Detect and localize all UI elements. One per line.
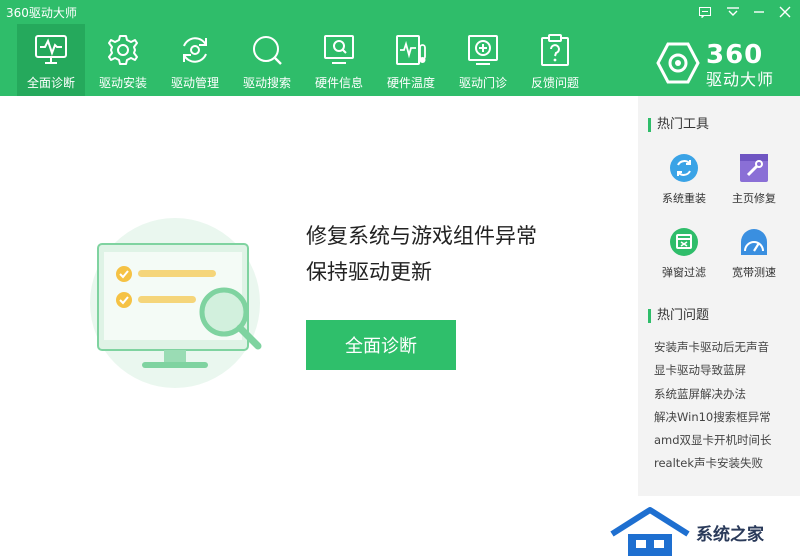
- monitor-pulse-icon: [33, 32, 69, 68]
- feedback-icon: [537, 32, 573, 68]
- main-toolbar: 全面诊断 驱动安装 驱动管理 驱动搜索 硬件信息 硬件温度 驱动门诊 反馈问题 …: [0, 24, 800, 96]
- tab-label: 驱动安装: [98, 76, 147, 90]
- full-diagnosis-button[interactable]: 全面诊断: [306, 320, 456, 370]
- house-logo-icon: [610, 507, 690, 556]
- logo-subtitle: 驱动大师: [706, 70, 775, 89]
- tab-driver-install[interactable]: 驱动安装: [89, 24, 157, 96]
- hot-questions-list: 安装声卡驱动后无声音 显卡驱动导致蓝屏 系统蓝屏解决办法 解决Win10搜索框异…: [654, 336, 772, 476]
- tab-label: 驱动门诊: [458, 76, 507, 90]
- close-icon: [779, 6, 791, 18]
- popup-filter-icon: [668, 226, 700, 258]
- tool-popup-filter[interactable]: 弹窗过滤: [654, 226, 714, 280]
- headline-line-2: 保持驱动更新: [306, 260, 432, 284]
- minimize-button[interactable]: [748, 2, 770, 22]
- speed-test-icon: [738, 226, 770, 258]
- tab-label: 全面诊断: [26, 76, 75, 90]
- tab-label: 反馈问题: [530, 76, 579, 90]
- question-link[interactable]: realtek声卡安装失败: [654, 452, 772, 475]
- question-link[interactable]: 解决Win10搜索框异常: [654, 406, 772, 429]
- question-link[interactable]: 显卡驱动导致蓝屏: [654, 359, 772, 382]
- watermark-text: 系统之家: [696, 525, 764, 545]
- tab-driver-clinic[interactable]: 驱动门诊: [449, 24, 517, 96]
- gear-icon: [105, 32, 141, 68]
- tool-system-reinstall[interactable]: 系统重装: [654, 152, 714, 206]
- hot-questions-title: 热门问题: [648, 309, 709, 323]
- tab-label: 驱动搜索: [242, 76, 291, 90]
- question-link[interactable]: 系统蓝屏解决办法: [654, 383, 772, 406]
- tab-hardware-info[interactable]: 硬件信息: [305, 24, 373, 96]
- tool-homepage-repair[interactable]: 主页修复: [724, 152, 784, 206]
- question-link[interactable]: amd双显卡开机时间长: [654, 429, 772, 452]
- menu-down-icon: [727, 7, 739, 16]
- menu-button[interactable]: [722, 2, 744, 22]
- search-icon: [249, 32, 285, 68]
- thermometer-icon: [393, 32, 429, 68]
- tab-driver-search[interactable]: 驱动搜索: [233, 24, 301, 96]
- tab-label: 驱动管理: [170, 76, 219, 90]
- chat-icon: [699, 6, 711, 18]
- tab-label: 硬件信息: [314, 76, 363, 90]
- feedback-window-button[interactable]: [694, 2, 716, 22]
- title-bar: 360驱动大师: [0, 0, 800, 24]
- diagnosis-illustration: [90, 218, 262, 388]
- reinstall-icon: [668, 152, 700, 184]
- refresh-icon: [177, 32, 213, 68]
- hot-tools-title: 热门工具: [648, 118, 709, 132]
- tool-label: 弹窗过滤: [662, 266, 706, 279]
- close-button[interactable]: [774, 2, 796, 22]
- window-title: 360驱动大师: [6, 6, 77, 20]
- tool-label: 宽带测速: [732, 266, 776, 279]
- tool-speed-test[interactable]: 宽带测速: [724, 226, 784, 280]
- headline: 修复系统与游戏组件异常 保持驱动更新: [306, 218, 537, 290]
- clinic-icon: [465, 32, 501, 68]
- minimize-icon: [754, 11, 764, 13]
- tab-feedback[interactable]: 反馈问题: [521, 24, 589, 96]
- homepage-repair-icon: [738, 152, 770, 184]
- tool-label: 系统重装: [662, 192, 706, 205]
- tool-label: 主页修复: [732, 192, 776, 205]
- watermark: 系统之家: [610, 500, 800, 560]
- hardware-info-icon: [321, 32, 357, 68]
- app-logo: 360 驱动大师: [656, 40, 786, 89]
- headline-line-1: 修复系统与游戏组件异常: [306, 224, 537, 248]
- question-link[interactable]: 安装声卡驱动后无声音: [654, 336, 772, 359]
- tab-hardware-temp[interactable]: 硬件温度: [377, 24, 445, 96]
- tab-full-diagnosis[interactable]: 全面诊断: [17, 24, 85, 96]
- sidebar: 热门工具 系统重装 主页修复 弹窗过滤 宽带测速 热门问题 安装声卡驱动后无声音…: [638, 96, 800, 496]
- main-panel: 修复系统与游戏组件异常 保持驱动更新 全面诊断: [0, 96, 638, 560]
- tab-driver-manage[interactable]: 驱动管理: [161, 24, 229, 96]
- tab-label: 硬件温度: [386, 76, 435, 90]
- 360-logo-icon: [656, 42, 700, 84]
